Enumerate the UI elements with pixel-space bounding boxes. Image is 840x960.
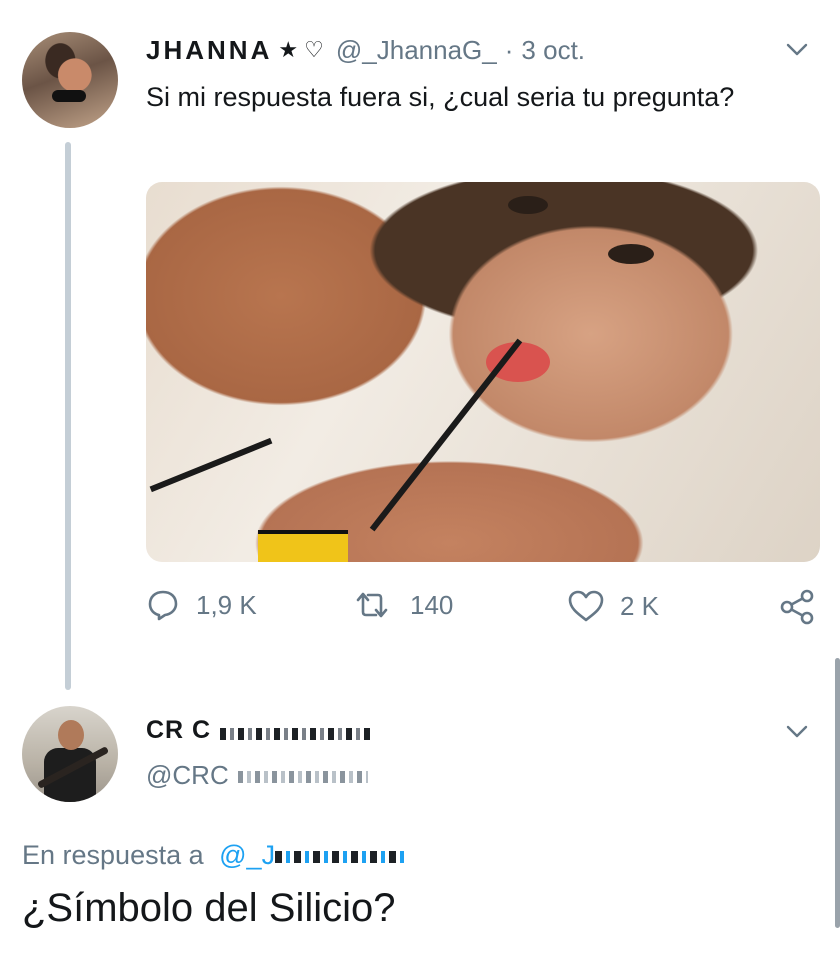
tweet-date[interactable]: 3 oct.	[521, 35, 585, 66]
reply-to-prefix: En respuesta a	[22, 840, 204, 870]
separator: ·	[504, 34, 514, 65]
share-icon	[780, 589, 814, 625]
pixelated-name	[219, 727, 370, 740]
display-name[interactable]: JHANNA	[146, 35, 272, 66]
reply-text: ¿Símbolo del Silicio?	[22, 886, 396, 930]
pixelated-handle	[237, 771, 368, 784]
reply-to-mention[interactable]: @_J	[219, 840, 406, 870]
like-count: 2 K	[620, 590, 660, 621]
thread-line	[65, 142, 71, 690]
name-symbols: ★ ♡	[278, 37, 324, 62]
reply-count: 1,9 K	[196, 589, 257, 620]
scrollbar[interactable]	[835, 658, 840, 928]
tweet-photo[interactable]	[146, 182, 820, 562]
heart-icon	[568, 590, 604, 622]
retweet-button[interactable]: 140	[352, 588, 453, 622]
chevron-down-icon[interactable]	[786, 38, 808, 60]
like-button[interactable]: 2 K	[566, 588, 659, 624]
reply-bubble-icon	[148, 590, 178, 621]
tweet-header: JHANNA ★ ♡ @_JhannaG_ · 3 oct.	[146, 32, 746, 68]
share-button[interactable]	[778, 588, 816, 626]
reply-context: En respuesta a @_J	[22, 840, 406, 871]
reply-button[interactable]: 1,9 K	[146, 588, 257, 622]
retweet-icon	[356, 592, 388, 618]
tweet-text: Si mi respuesta fuera si, ¿cual seria tu…	[146, 82, 735, 112]
avatar[interactable]	[22, 32, 118, 128]
reply-display-name[interactable]: CR C	[146, 716, 370, 745]
reply-handle[interactable]: @CRC	[146, 760, 368, 791]
chevron-down-icon[interactable]	[786, 720, 808, 742]
retweet-count: 140	[410, 589, 454, 620]
avatar[interactable]	[22, 706, 118, 802]
handle[interactable]: @_JhannaG_	[336, 35, 497, 66]
